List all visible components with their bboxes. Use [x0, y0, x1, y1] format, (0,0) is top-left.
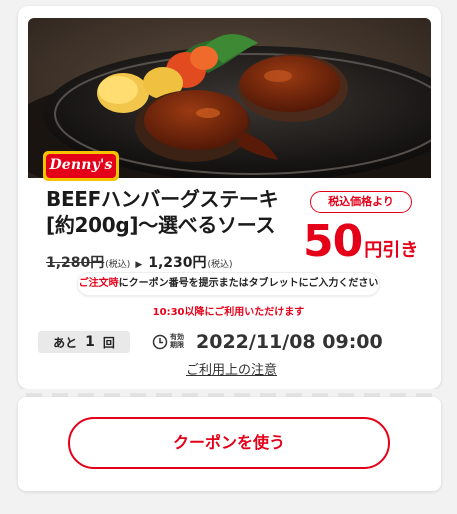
discounted-price: 1,230円: [148, 255, 207, 271]
triangle-right-icon: ▶: [135, 260, 143, 270]
dennys-logo: Denny's: [42, 150, 120, 182]
title-line-1: BEEFハンバーグステーキ: [46, 187, 279, 211]
remaining-prefix: あと: [53, 335, 78, 350]
discount-unit: 円引き: [364, 240, 419, 261]
terms-of-use-link[interactable]: ご利用上の注意: [186, 359, 277, 378]
discounted-price-tax: (税込): [207, 260, 233, 270]
notice-text: にクーポン番号を提示またはタブレットにご入力ください: [118, 278, 379, 289]
tax-included-badge: 税込価格より: [310, 191, 412, 213]
expiry-date: 2022/11/08 09:00: [196, 331, 383, 353]
remaining-uses-badge: あと 1 回: [38, 331, 130, 353]
title-line-2: [約200g]〜選べるソース: [46, 213, 276, 237]
original-price-tax: (税込): [105, 260, 131, 270]
clock-icon: [152, 334, 168, 350]
coupon-title: BEEFハンバーグステーキ [約200g]〜選べるソース: [46, 186, 296, 238]
coupon-action-card: クーポンを使う: [18, 397, 441, 491]
original-price: 1,280円: [46, 255, 105, 271]
discount-amount: 50 円引き: [303, 218, 418, 266]
order-notice: ご注文時にクーポン番号を提示またはタブレットにご入力ください: [78, 273, 379, 295]
use-coupon-button[interactable]: クーポンを使う: [68, 417, 390, 469]
expiry-label: 有効期限: [170, 333, 184, 349]
price-row: 1,280円 (税込) ▶ 1,230円 (税込): [46, 252, 233, 272]
remaining-suffix: 回: [102, 335, 115, 350]
notice-emphasis: ご注文時: [78, 278, 119, 289]
discount-value: 50: [303, 216, 363, 267]
availability-time-note: 10:30以降にご利用いただけます: [152, 307, 305, 318]
remaining-count: 1: [85, 334, 95, 350]
